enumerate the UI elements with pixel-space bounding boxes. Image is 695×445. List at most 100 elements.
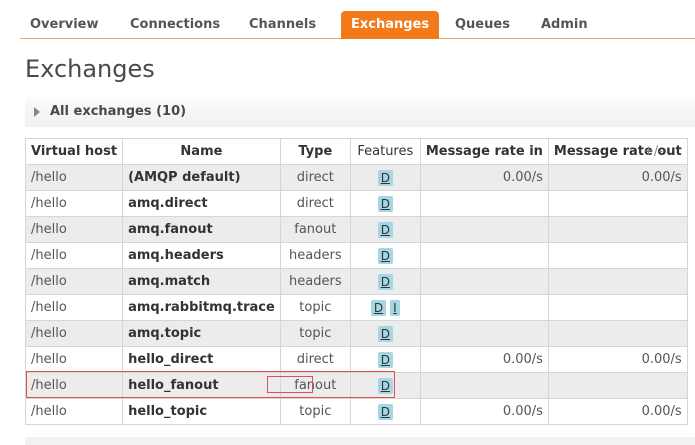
exchanges-table: Virtual host Name Type Features Message … — [24, 138, 688, 425]
tab-channels[interactable]: Channels — [239, 11, 326, 39]
cell-exchange-name[interactable]: amq.topic — [122, 320, 281, 347]
durable-tag: D — [377, 247, 393, 264]
cell-exchange-name[interactable]: amq.direct — [122, 190, 281, 217]
cell-type: direct — [279, 190, 351, 217]
cell-rate-in — [419, 320, 549, 347]
table-row[interactable]: /hello amq.rabbitmq.trace topic D I — [24, 294, 688, 321]
tab-connections[interactable]: Connections — [120, 11, 230, 39]
cell-rate-in — [419, 190, 549, 217]
cell-rate-out: 0.00/s — [547, 346, 688, 373]
cell-rate-out — [547, 268, 688, 295]
tab-queues[interactable]: Queues — [445, 11, 520, 39]
cell-exchange-name[interactable]: amq.match — [122, 268, 281, 295]
cell-virtual-host: /hello — [24, 242, 124, 269]
table-row[interactable]: /hello amq.direct direct D — [24, 190, 688, 217]
cell-rate-in: 0.00/s — [419, 164, 549, 191]
tab-overview[interactable]: Overview — [20, 11, 109, 39]
cell-rate-in — [419, 216, 549, 243]
durable-tag: D — [370, 299, 387, 316]
col-rate-in[interactable]: Message rate in — [419, 138, 549, 165]
cell-rate-out — [547, 294, 688, 321]
cell-features: DI — [349, 294, 421, 321]
cell-type: topic — [279, 294, 351, 321]
cell-virtual-host: /hello — [24, 294, 124, 321]
cell-features: D — [349, 398, 421, 425]
cell-type: direct — [279, 346, 351, 373]
table-row[interactable]: /hello hello_topic topic D 0.00/s 0.00/s — [24, 398, 688, 425]
cell-rate-in — [419, 242, 549, 269]
cell-type: headers — [279, 242, 351, 269]
col-name[interactable]: Name — [122, 138, 281, 165]
table-row[interactable]: /hello amq.fanout fanout D — [24, 216, 688, 243]
cell-virtual-host: /hello — [24, 398, 124, 425]
cell-rate-in: 0.00/s — [419, 398, 549, 425]
col-rate-out[interactable]: Message rate out — [547, 138, 688, 165]
table-row[interactable]: /hello hello_direct direct D 0.00/s 0.00/s — [24, 346, 688, 373]
col-type[interactable]: Type — [279, 138, 351, 165]
durable-tag: D — [377, 273, 393, 290]
cell-features: D — [349, 242, 421, 269]
cell-exchange-name[interactable]: hello_fanout — [122, 372, 281, 399]
durable-tag: D — [377, 221, 393, 238]
internal-tag: I — [390, 299, 400, 316]
cell-rate-in — [419, 268, 549, 295]
cell-virtual-host: /hello — [24, 372, 124, 399]
cell-type: headers — [279, 268, 351, 295]
expand-triangle-icon — [34, 107, 40, 117]
cell-features: D — [349, 268, 421, 295]
cell-virtual-host: /hello — [24, 346, 124, 373]
table-row[interactable]: /hello amq.topic topic D — [24, 320, 688, 347]
cell-virtual-host: /hello — [24, 164, 124, 191]
cell-exchange-name[interactable]: hello_direct — [122, 346, 281, 373]
cell-rate-out: 0.00/s — [547, 164, 688, 191]
table-row[interactable]: /hello amq.match headers D — [24, 268, 688, 295]
cell-features: D — [349, 372, 421, 399]
cell-exchange-name[interactable]: amq.rabbitmq.trace — [122, 294, 281, 321]
cell-type: topic — [279, 320, 351, 347]
section-label: All exchanges (10) — [50, 104, 187, 119]
next-section-header — [25, 437, 695, 445]
durable-tag: D — [377, 377, 393, 394]
cell-exchange-name[interactable]: amq.headers — [122, 242, 281, 269]
cell-rate-out — [547, 190, 688, 217]
page-title: Exchanges — [25, 55, 155, 83]
cell-rate-out — [547, 372, 688, 399]
cell-exchange-name[interactable]: amq.fanout — [122, 216, 281, 243]
cell-type: direct — [279, 164, 351, 191]
table-row[interactable]: /hello hello_fanout fanout D — [24, 372, 688, 399]
durable-tag: D — [377, 195, 393, 212]
cell-rate-in: 0.00/s — [419, 346, 549, 373]
cell-rate-out — [547, 320, 688, 347]
cell-virtual-host: /hello — [24, 268, 124, 295]
col-features: Features — [349, 138, 421, 165]
tab-admin[interactable]: Admin — [531, 11, 598, 39]
cell-features: D — [349, 190, 421, 217]
durable-tag: D — [377, 325, 393, 342]
cell-rate-in — [419, 372, 549, 399]
column-toggle-button[interactable]: +/- — [643, 144, 663, 159]
cell-rate-out — [547, 216, 688, 243]
cell-features: D — [349, 216, 421, 243]
durable-tag: D — [377, 351, 393, 368]
table-header-row: Virtual host Name Type Features Message … — [24, 138, 688, 165]
col-virtual-host[interactable]: Virtual host — [24, 138, 124, 165]
cell-features: D — [349, 164, 421, 191]
cell-rate-out — [547, 242, 688, 269]
cell-type: fanout — [279, 372, 351, 399]
main-nav: Overview Connections Channels Exchanges … — [20, 11, 695, 39]
cell-rate-out: 0.00/s — [547, 398, 688, 425]
cell-type: topic — [279, 398, 351, 425]
durable-tag: D — [377, 169, 393, 186]
all-exchanges-toggle[interactable]: All exchanges (10) — [25, 97, 695, 127]
table-row[interactable]: /hello amq.headers headers D — [24, 242, 688, 269]
tab-exchanges[interactable]: Exchanges — [341, 11, 440, 39]
cell-exchange-name[interactable]: (AMQP default) — [122, 164, 281, 191]
cell-features: D — [349, 320, 421, 347]
cell-rate-in — [419, 294, 549, 321]
cell-virtual-host: /hello — [24, 320, 124, 347]
cell-virtual-host: /hello — [24, 190, 124, 217]
durable-tag: D — [377, 403, 393, 420]
table-row[interactable]: /hello (AMQP default) direct D 0.00/s 0.00/s — [24, 164, 688, 191]
cell-exchange-name[interactable]: hello_topic — [122, 398, 281, 425]
cell-type: fanout — [279, 216, 351, 243]
